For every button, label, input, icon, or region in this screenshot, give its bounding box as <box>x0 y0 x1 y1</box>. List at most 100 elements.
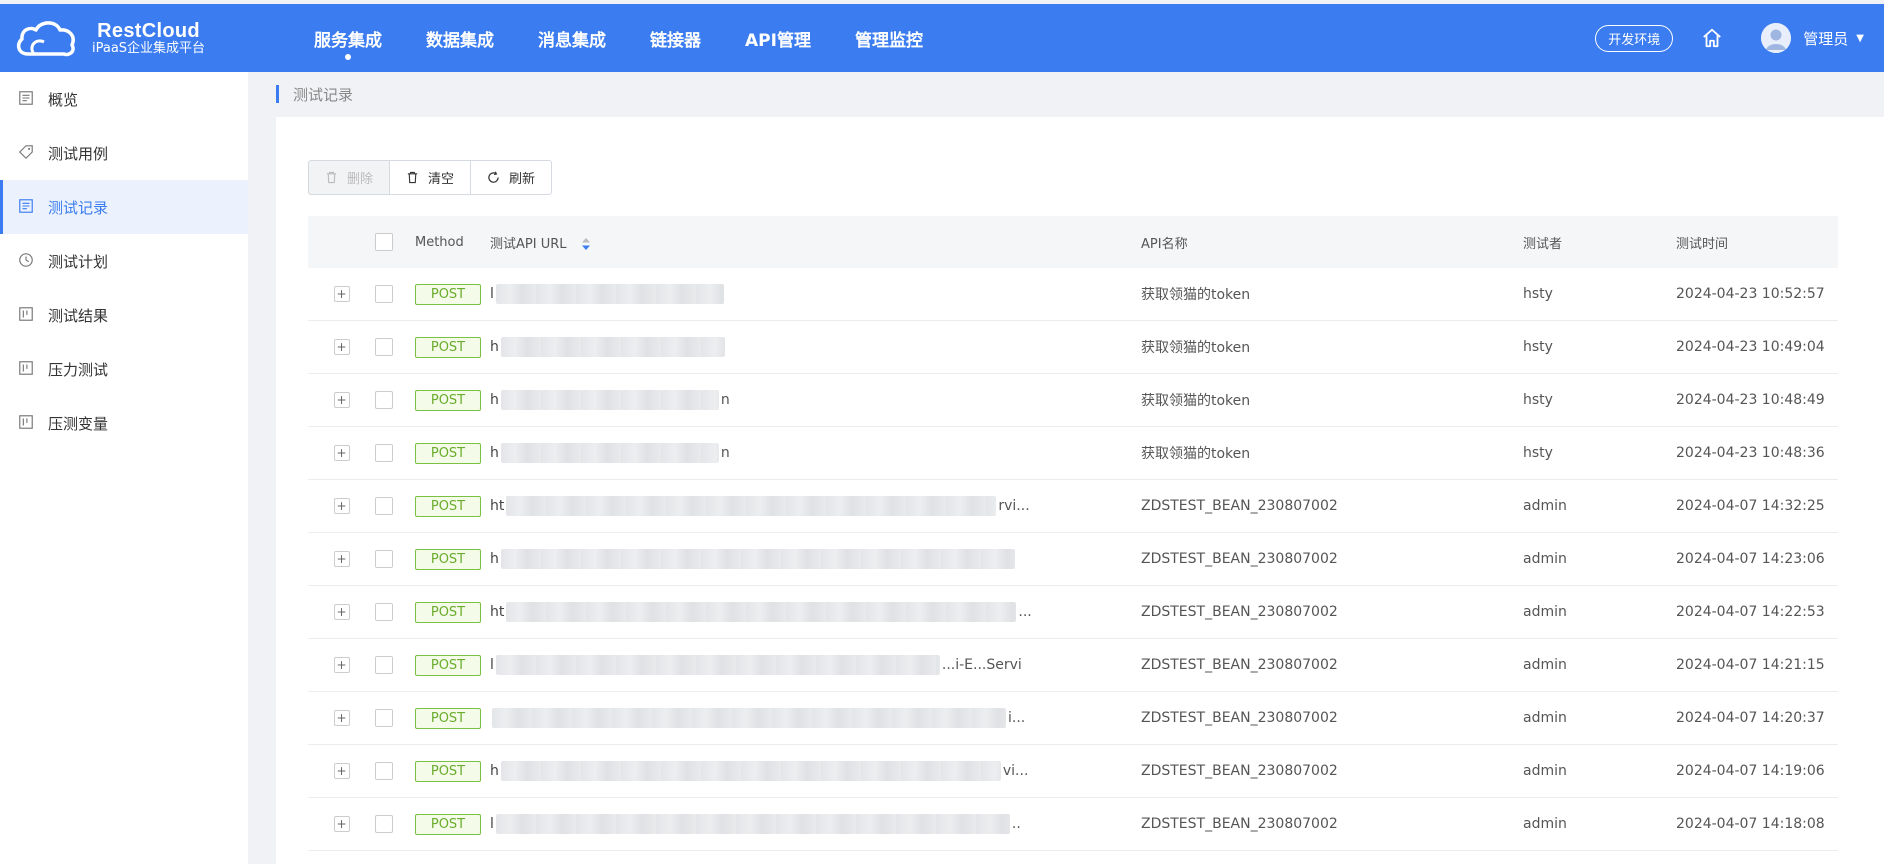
row-checkbox[interactable] <box>375 338 393 356</box>
home-icon[interactable] <box>1701 27 1723 49</box>
sidebar-item-stress-test[interactable]: 压力测试 <box>0 342 248 396</box>
row-checkbox[interactable] <box>375 603 393 621</box>
nav-connector[interactable]: 链接器 <box>628 4 723 72</box>
sidebar-item-label: 概览 <box>48 90 79 109</box>
method-tag: POST <box>415 336 481 358</box>
api-name-cell: ZDSTEST_BEAN_230807002 <box>1141 816 1338 832</box>
row-checkbox[interactable] <box>375 762 393 780</box>
time-cell: 2024-04-07 14:20:37 <box>1676 710 1825 726</box>
row-checkbox[interactable] <box>375 444 393 462</box>
tester-cell: admin <box>1523 657 1567 673</box>
url-tail-text: rvi... <box>998 498 1030 514</box>
table-row[interactable]: + POST l ...i-E...Servi ZDSTEST_BEAN_2308070… <box>308 639 1838 692</box>
board-icon <box>18 360 36 378</box>
nav-api-management[interactable]: API管理 <box>723 4 833 72</box>
table-row[interactable]: + POST l 获取领猫的token hsty 2024-04-23 10:52:57 <box>308 268 1838 321</box>
chevron-down-icon[interactable]: ▼ <box>1856 33 1864 44</box>
url-text: h <box>490 445 499 461</box>
user-name[interactable]: 管理员 <box>1803 28 1848 49</box>
row-checkbox[interactable] <box>375 709 393 727</box>
expand-row-icon[interactable]: + <box>333 657 350 673</box>
delete-label: 删除 <box>347 172 374 187</box>
main-nav: 服务集成 数据集成 消息集成 链接器 API管理 管理监控 <box>292 4 945 72</box>
tester-cell: admin <box>1523 763 1567 779</box>
table-body: + POST l 获取领猫的token hsty 2024-04-23 10:52:57 +… <box>308 268 1838 864</box>
api-name-cell: ZDSTEST_BEAN_230807002 <box>1141 763 1338 779</box>
redacted-url <box>495 814 1010 834</box>
brand-logo[interactable]: RestCloud iPaaS企业集成平台 <box>0 16 260 60</box>
time-cell: 2024-04-07 14:32:25 <box>1676 498 1825 514</box>
sidebar-item-stress-variables[interactable]: 压测变量 <box>0 396 248 450</box>
row-checkbox[interactable] <box>375 656 393 674</box>
sidebar-item-overview[interactable]: 概览 <box>0 72 248 126</box>
expand-row-icon[interactable]: + <box>333 604 350 620</box>
sidebar-item-test-plan[interactable]: 测试计划 <box>0 234 248 288</box>
method-tag: POST <box>415 707 481 729</box>
breadcrumb: 测试记录 <box>276 84 353 104</box>
col-tester: 测试者 <box>1523 236 1563 252</box>
redacted-url <box>506 496 997 516</box>
url-text: h <box>490 339 499 355</box>
sidebar-item-test-cases[interactable]: 测试用例 <box>0 126 248 180</box>
url-tail-text: .. <box>1011 816 1021 832</box>
main-content: 删除 清空 刷新 Method 测试API URL API名称 测试者 测试时间… <box>276 117 1884 864</box>
table-row[interactable]: + POST ht... ZDSTEST_BEAN_230807002 admin 202… <box>308 586 1838 639</box>
url-tail-text: i... <box>1008 710 1026 726</box>
sidebar-item-test-records[interactable]: 测试记录 <box>0 180 248 234</box>
breadcrumb-current: 测试记录 <box>293 85 354 104</box>
clear-button[interactable]: 清空 <box>389 160 472 195</box>
url-tail-text: n <box>720 445 730 461</box>
expand-row-icon[interactable]: + <box>333 551 350 567</box>
nav-message-integration[interactable]: 消息集成 <box>516 4 628 72</box>
nav-service-integration[interactable]: 服务集成 <box>292 4 404 72</box>
avatar[interactable] <box>1761 23 1792 53</box>
tester-cell: admin <box>1523 710 1567 726</box>
refresh-button[interactable]: 刷新 <box>470 160 553 195</box>
expand-row-icon[interactable]: + <box>333 498 350 514</box>
table-row[interactable]: + POST ht rvi... ZDSTEST_BEAN_230807002 admin… <box>308 480 1838 533</box>
col-api-name: API名称 <box>1141 236 1188 252</box>
table-row[interactable]: + POST h n 获取领猫的token hsty 2024-04-23 10:48:36 <box>308 427 1838 480</box>
select-all-checkbox[interactable] <box>375 233 393 251</box>
env-badge[interactable]: 开发环境 <box>1595 24 1674 52</box>
table-row[interactable]: + POST l.. ZDSTEST_BEAN_230807002 admin 2024-… <box>308 798 1838 851</box>
sidebar-item-test-results[interactable]: 测试结果 <box>0 288 248 342</box>
expand-row-icon[interactable]: + <box>333 392 350 408</box>
expand-row-icon[interactable]: + <box>333 763 350 779</box>
sidebar-item-label: 测试用例 <box>48 144 109 163</box>
board-icon <box>18 306 36 324</box>
tester-cell: hsty <box>1523 286 1553 302</box>
trash-icon <box>406 171 420 185</box>
time-cell: 2024-04-07 14:22:53 <box>1676 604 1825 620</box>
api-name-cell: 获取领猫的token <box>1141 393 1251 409</box>
table-row[interactable]: + POST h ZDSTEST_BEAN_230807002 admin 2024-04… <box>308 533 1838 586</box>
tester-cell: hsty <box>1523 339 1553 355</box>
expand-row-icon[interactable]: + <box>333 816 350 832</box>
delete-button[interactable]: 删除 <box>308 160 391 195</box>
expand-row-icon[interactable]: + <box>333 445 350 461</box>
row-checkbox[interactable] <box>375 497 393 515</box>
nav-monitoring[interactable]: 管理监控 <box>833 4 945 72</box>
col-url[interactable]: 测试API URL <box>490 233 1141 252</box>
method-tag: POST <box>415 389 481 411</box>
user-avatar-icon <box>1761 23 1792 53</box>
row-checkbox[interactable] <box>375 391 393 409</box>
row-checkbox[interactable] <box>375 550 393 568</box>
url-tail-text: ...i-E...Servi <box>941 657 1022 673</box>
table-row[interactable]: + POST h 获取领猫的token hsty 2024-04-23 10:49:04 <box>308 321 1838 374</box>
sort-icon[interactable] <box>581 237 591 251</box>
table-row[interactable]: + POST h n 获取领猫的token hsty 2024-04-23 10:48:49 <box>308 374 1838 427</box>
row-checkbox[interactable] <box>375 285 393 303</box>
redacted-url <box>500 443 719 463</box>
row-checkbox[interactable] <box>375 815 393 833</box>
breadcrumb-bar <box>276 85 279 103</box>
cloud-logo-icon <box>16 21 75 57</box>
expand-row-icon[interactable]: + <box>333 710 350 726</box>
api-name-cell: ZDSTEST_BEAN_230807002 <box>1141 604 1338 620</box>
table-row[interactable]: + POST i... ZDSTEST_BEAN_230807002 admin 2024… <box>308 692 1838 745</box>
expand-row-icon[interactable]: + <box>333 286 350 302</box>
table-row[interactable]: + POST h vi... ZDSTEST_BEAN_230807002 admin 20… <box>308 745 1838 798</box>
sidebar-item-label: 压测变量 <box>48 414 109 433</box>
nav-data-integration[interactable]: 数据集成 <box>404 4 516 72</box>
expand-row-icon[interactable]: + <box>333 339 350 355</box>
